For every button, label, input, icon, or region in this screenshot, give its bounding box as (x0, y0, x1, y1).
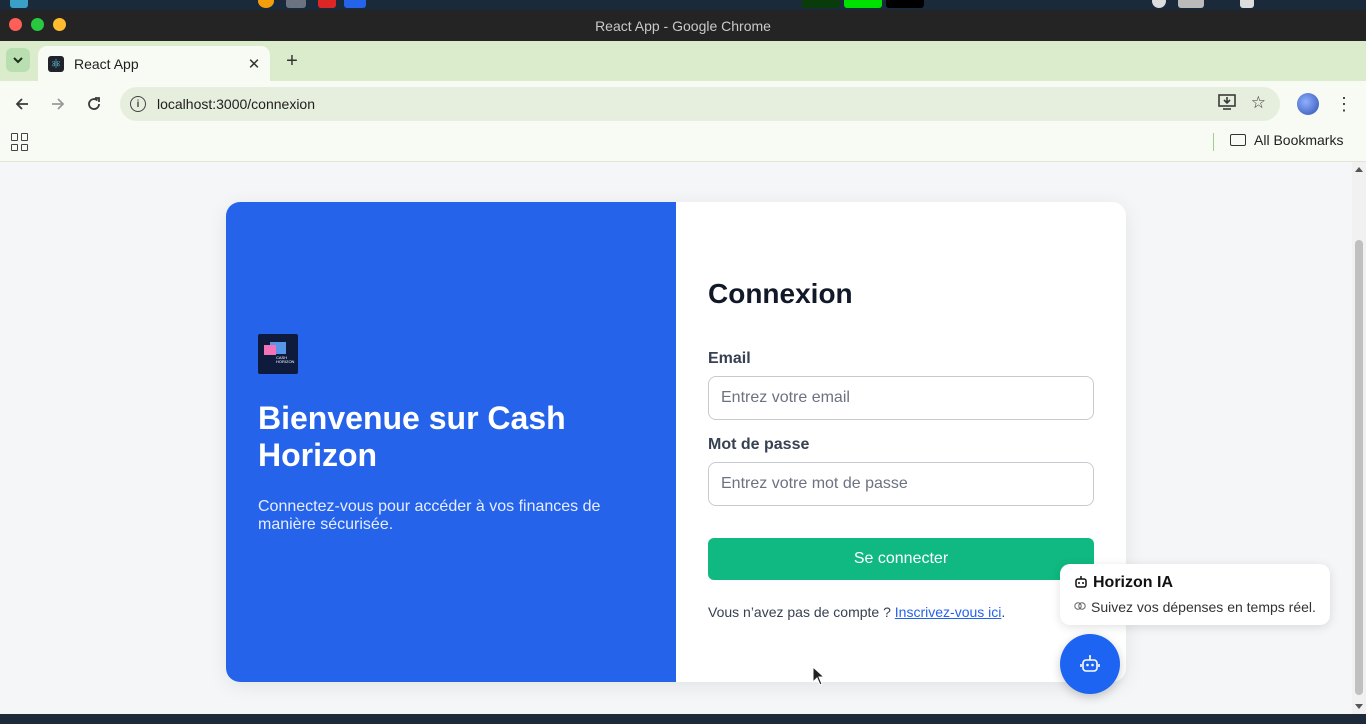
signup-link[interactable]: Inscrivez-vous ici (895, 604, 1002, 620)
address-bar[interactable]: i localhost:3000/connexion ☆ (120, 87, 1280, 121)
chat-title: Horizon IA (1074, 574, 1173, 592)
scroll-up-arrow-icon[interactable] (1355, 167, 1363, 172)
login-form-panel: Connexion Email Entrez votre email Mot d… (676, 202, 1126, 682)
signup-end: . (1001, 604, 1006, 620)
back-arrow-icon[interactable] (10, 92, 34, 116)
browser-toolbar: i localhost:3000/connexion ☆ ⋮ (0, 81, 1366, 127)
all-bookmarks-label: All Bookmarks (1254, 132, 1344, 148)
mouse-cursor-icon (812, 666, 826, 686)
welcome-subtitle: Connectez-vous pour accéder à vos financ… (258, 498, 601, 533)
email-label: Email (708, 350, 751, 367)
forward-arrow-icon[interactable] (46, 92, 70, 116)
install-icon[interactable] (1218, 94, 1236, 115)
email-field[interactable]: Entrez votre email (708, 376, 1094, 420)
robot-icon (1074, 575, 1088, 592)
os-monitor-widget (886, 0, 924, 8)
scrollbar-thumb[interactable] (1355, 240, 1363, 695)
os-app-icon[interactable] (10, 0, 28, 8)
os-top-bar (0, 0, 1366, 10)
os-monitor-widget (844, 0, 882, 8)
tab-react-app[interactable]: ⚛ React App ✕ (38, 46, 270, 81)
chat-message-text: Suivez vos dépenses en temps réel. (1091, 599, 1316, 615)
react-favicon-icon: ⚛ (48, 55, 64, 72)
profile-avatar[interactable] (1297, 93, 1319, 115)
window-title: React App - Google Chrome (595, 18, 771, 34)
os-tray-icon[interactable] (1240, 0, 1254, 8)
welcome-heading: Bienvenue sur Cash Horizon (258, 400, 566, 473)
form-title: Connexion (708, 278, 853, 309)
bookmarks-bar: All Bookmarks (0, 127, 1366, 162)
scroll-down-arrow-icon[interactable] (1355, 704, 1363, 709)
os-app-icon[interactable] (258, 0, 274, 8)
chat-open-button[interactable] (1060, 634, 1120, 694)
os-taskbar (0, 714, 1366, 724)
window-titlebar: React App - Google Chrome (0, 10, 1366, 41)
password-label: Mot de passe (708, 436, 810, 453)
chevron-down-icon (13, 57, 23, 64)
signup-prompt: Vous n’avez pas de compte ? Inscrivez-vo… (708, 604, 1005, 620)
robot-icon (1080, 655, 1100, 672)
os-app-icon[interactable] (344, 0, 366, 8)
tab-search-button[interactable] (6, 48, 30, 72)
login-button[interactable]: Se connecter (708, 538, 1094, 580)
signup-text: Vous n’avez pas de compte ? (708, 604, 895, 620)
star-icon[interactable]: ☆ (1251, 93, 1266, 113)
chat-message: Suivez vos dépenses en temps réel. (1074, 599, 1316, 615)
info-icon[interactable]: i (130, 96, 146, 112)
page-scrollbar[interactable] (1352, 162, 1366, 714)
url-text[interactable]: localhost:3000/connexion (157, 96, 315, 112)
login-card: CASH HORIZON Bienvenue sur Cash Horizon … (226, 202, 1126, 682)
bookmarks-divider (1213, 133, 1214, 151)
brain-icon (1074, 600, 1086, 615)
os-app-icon[interactable] (318, 0, 336, 8)
cash-horizon-logo: CASH HORIZON (258, 334, 298, 374)
page-viewport: CASH HORIZON Bienvenue sur Cash Horizon … (0, 162, 1366, 714)
new-tab-button[interactable]: + (281, 50, 303, 72)
logo-text: CASH HORIZON (276, 355, 295, 364)
kebab-menu-icon[interactable]: ⋮ (1334, 92, 1354, 116)
tab-strip: ⚛ React App ✕ + (0, 41, 1366, 81)
apps-grid-icon[interactable] (11, 133, 29, 151)
os-monitor-widget (802, 0, 840, 8)
tab-title: React App (74, 55, 139, 72)
volume-icon[interactable] (1178, 0, 1204, 8)
welcome-panel: CASH HORIZON Bienvenue sur Cash Horizon … (226, 202, 676, 682)
os-tray-icon[interactable] (1152, 0, 1166, 8)
reload-icon[interactable] (82, 92, 106, 116)
os-app-icon[interactable] (286, 0, 306, 8)
all-bookmarks-button[interactable]: All Bookmarks (1230, 132, 1343, 148)
close-icon[interactable]: ✕ (244, 54, 264, 74)
password-field[interactable]: Entrez votre mot de passe (708, 462, 1094, 506)
chat-title-text: Horizon IA (1093, 574, 1173, 591)
chat-preview-bubble[interactable]: Horizon IA Suivez vos dépenses en temps … (1060, 564, 1330, 625)
folder-icon (1230, 134, 1246, 146)
